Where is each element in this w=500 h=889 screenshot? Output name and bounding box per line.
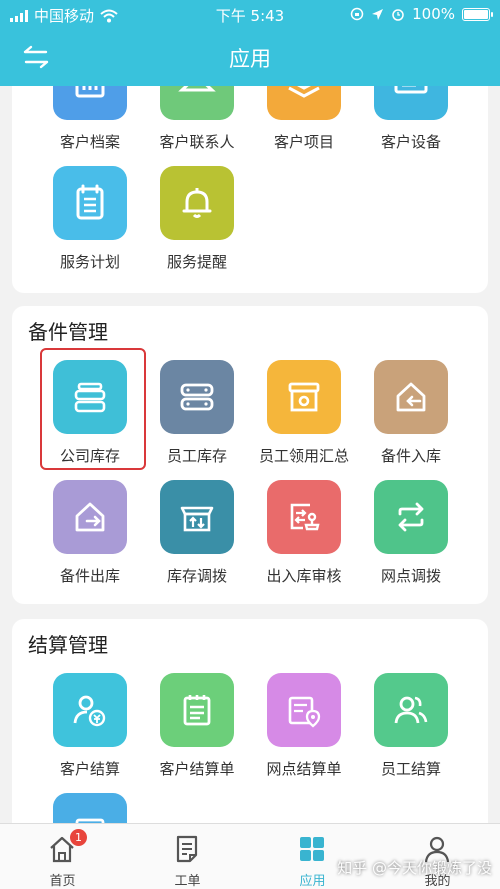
app-item[interactable]: 员工库存 xyxy=(147,360,247,466)
app-item[interactable]: 客户联系人 xyxy=(147,86,247,152)
nav-bar: 应用 xyxy=(0,28,500,86)
app-item-label: 员工结算 xyxy=(380,760,441,778)
bottom-tab-bar: 1 首页 工单 应用 我的 知乎 @今天你锻炼了没 xyxy=(0,823,500,889)
app-item[interactable]: 服务提醒 xyxy=(147,166,247,272)
section-title: 结算管理 xyxy=(28,633,108,657)
rotation-lock-icon xyxy=(350,7,364,21)
app-item[interactable]: 公司库存 xyxy=(40,360,140,466)
app-item[interactable]: 网点结算单 xyxy=(254,673,354,779)
staff-settle-icon xyxy=(374,673,448,747)
app-item-label: 服务计划 xyxy=(59,253,120,271)
app-item[interactable]: 员工领用汇总 xyxy=(254,360,354,466)
staff-stock-icon xyxy=(160,360,234,434)
app-item-label: 员工领用汇总 xyxy=(258,447,349,465)
company-stock-icon xyxy=(53,360,127,434)
customer-bill-icon xyxy=(160,673,234,747)
app-item[interactable]: 备件入库 xyxy=(361,360,461,466)
apps-icon xyxy=(300,837,324,861)
status-time: 下午 5:43 xyxy=(215,7,285,25)
app-item-label: 网点调拨 xyxy=(380,567,441,585)
customer-file-icon xyxy=(53,86,127,120)
watermark: 知乎 @今天你锻炼了没 xyxy=(337,859,492,877)
app-item-label: 公司库存 xyxy=(59,447,120,465)
notification-badge: 1 xyxy=(70,829,87,846)
parts-section-card: 备件管理 公司库存 员工库存 员工领用汇总 备件入库 备件出库 库存调拨 出入库… xyxy=(12,306,488,604)
app-item-label: 客户设备 xyxy=(380,133,441,151)
app-item-label: 服务提醒 xyxy=(166,253,227,271)
parts-inbound-icon xyxy=(374,360,448,434)
app-item-label: 员工库存 xyxy=(166,447,227,465)
page-title: 应用 xyxy=(229,47,271,71)
more-settle-icon xyxy=(53,793,127,823)
app-item[interactable]: 员工结算 xyxy=(361,673,461,779)
app-item[interactable]: 客户档案 xyxy=(40,86,140,152)
tab-label: 首页 xyxy=(49,874,76,889)
customer-project-icon xyxy=(267,86,341,120)
staff-collect-icon xyxy=(267,360,341,434)
branch-transfer-icon xyxy=(374,480,448,554)
alarm-icon xyxy=(392,9,404,21)
app-item[interactable]: 客户项目 xyxy=(254,86,354,152)
app-item[interactable]: 备件出库 xyxy=(40,480,140,586)
customer-settle-icon xyxy=(53,673,127,747)
app-item-label: 客户结算单 xyxy=(159,760,235,778)
bell-icon xyxy=(160,166,234,240)
stock-transfer-icon xyxy=(160,480,234,554)
work-order-icon xyxy=(176,835,198,863)
service-plan-icon xyxy=(53,166,127,240)
tab-label: 工单 xyxy=(174,874,201,889)
inout-audit-icon xyxy=(267,480,341,554)
app-item-label: 客户联系人 xyxy=(159,133,235,151)
app-item[interactable]: 客户结算 xyxy=(40,673,140,779)
app-item-label: 出入库审核 xyxy=(266,567,342,585)
section-title: 备件管理 xyxy=(28,320,108,344)
parts-outbound-icon xyxy=(53,480,127,554)
customer-section-card: 客户档案 客户联系人 客户项目 客户设备 服务计划 服务提醒 xyxy=(12,86,488,293)
app-item-label: 网点结算单 xyxy=(266,760,342,778)
app-item[interactable]: 客户结算单 xyxy=(147,673,247,779)
customer-contact-icon xyxy=(160,86,234,120)
branch-bill-icon xyxy=(267,673,341,747)
tab-work-order[interactable]: 工单 xyxy=(125,824,250,889)
customer-device-icon xyxy=(374,86,448,120)
app-header: 中国移动 下午 5:43 100% 应用 xyxy=(0,0,500,86)
app-item[interactable]: 服务计划 xyxy=(40,166,140,272)
battery-percent: 100% xyxy=(412,5,455,23)
settlement-section-card: 结算管理 客户结算 客户结算单 网点结算单 员工结算 xyxy=(12,619,488,823)
tab-home[interactable]: 1 首页 xyxy=(0,824,125,889)
app-item-label: 客户项目 xyxy=(273,133,334,151)
app-item[interactable]: 库存调拨 xyxy=(147,480,247,586)
app-item-label: 库存调拨 xyxy=(166,567,227,585)
app-item-label: 备件出库 xyxy=(59,567,120,585)
battery-icon xyxy=(462,7,493,21)
app-item-label: 备件入库 xyxy=(380,447,441,465)
app-grid-scroll[interactable]: 客户档案 客户联系人 客户项目 客户设备 服务计划 服务提醒 备件管理 公司库存… xyxy=(0,86,500,823)
app-item[interactable] xyxy=(40,793,140,823)
app-item[interactable]: 客户设备 xyxy=(361,86,461,152)
location-icon xyxy=(372,8,384,20)
app-item-label: 客户档案 xyxy=(59,133,120,151)
app-item[interactable]: 出入库审核 xyxy=(254,480,354,586)
status-bar: 中国移动 下午 5:43 100% xyxy=(0,0,500,28)
app-item[interactable]: 网点调拨 xyxy=(361,480,461,586)
app-item-label: 客户结算 xyxy=(59,760,120,778)
